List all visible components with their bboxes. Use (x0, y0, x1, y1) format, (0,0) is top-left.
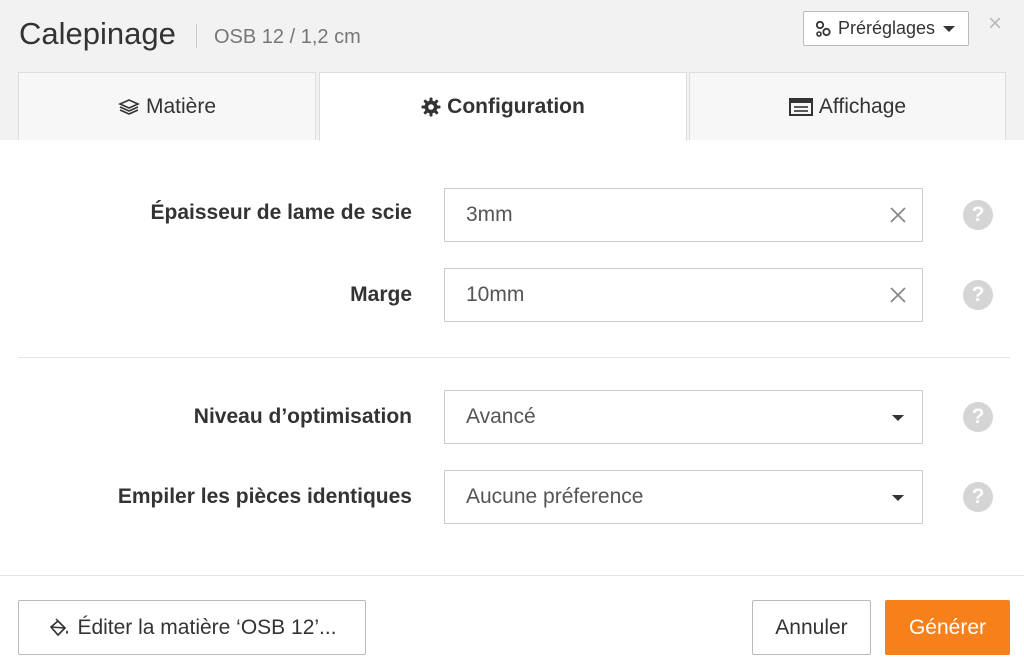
close-icon[interactable]: × (988, 12, 1002, 36)
section-divider (18, 357, 1010, 358)
presets-icon (815, 20, 831, 37)
help-icon[interactable]: ? (963, 280, 993, 310)
stack-identical-select[interactable]: Aucune préference (444, 470, 923, 524)
dialog-title: Calepinage (19, 16, 176, 51)
optimization-level-label: Niveau d’optimisation (193, 405, 412, 428)
display-icon (788, 97, 813, 116)
help-icon[interactable]: ? (963, 200, 993, 230)
generate-button[interactable]: Générer (885, 600, 1010, 655)
tab-configuration[interactable]: Configuration (319, 72, 687, 141)
blade-thickness-input[interactable]: 3mm (444, 188, 923, 242)
edit-material-label: Éditer la matière ‘OSB 12’... (77, 615, 337, 639)
margin-input[interactable]: 10mm (444, 268, 923, 322)
stack-identical-label: Empiler les pièces identiques (117, 485, 412, 508)
tab-configuration-label: Configuration (447, 95, 585, 118)
paint-bucket-icon (50, 617, 69, 636)
presets-dropdown-button[interactable]: Préréglages (803, 11, 969, 46)
chevron-down-icon (943, 25, 956, 32)
help-icon[interactable]: ? (963, 482, 993, 512)
clear-icon[interactable] (886, 203, 910, 227)
optimization-level-value: Avancé (466, 405, 536, 428)
blade-thickness-value: 3mm (466, 203, 513, 226)
tab-affichage[interactable]: Affichage (689, 72, 1006, 140)
footer-divider (0, 575, 1024, 576)
chevron-down-icon (892, 495, 904, 501)
dialog-subtitle: OSB 12 / 1,2 cm (214, 26, 361, 48)
layers-icon (118, 98, 140, 115)
clear-icon[interactable] (886, 283, 910, 307)
margin-value: 10mm (466, 283, 525, 306)
tab-matiere-label: Matière (145, 94, 217, 118)
edit-material-button[interactable]: Éditer la matière ‘OSB 12’... (18, 600, 366, 655)
title-separator (196, 24, 197, 48)
dialog-header: Calepinage OSB 12 / 1,2 cm Préréglages ×… (0, 0, 1024, 141)
margin-label: Marge (350, 283, 412, 306)
presets-label: Préréglages (838, 18, 936, 38)
blade-thickness-label: Épaisseur de lame de scie (150, 201, 412, 224)
gear-icon (421, 97, 441, 117)
cancel-button[interactable]: Annuler (752, 600, 871, 655)
tab-matiere[interactable]: Matière (18, 72, 316, 140)
chevron-down-icon (892, 415, 904, 421)
tab-affichage-label: Affichage (818, 94, 907, 118)
help-icon[interactable]: ? (963, 402, 993, 432)
optimization-level-select[interactable]: Avancé (444, 390, 923, 444)
stack-identical-value: Aucune préference (466, 485, 644, 508)
